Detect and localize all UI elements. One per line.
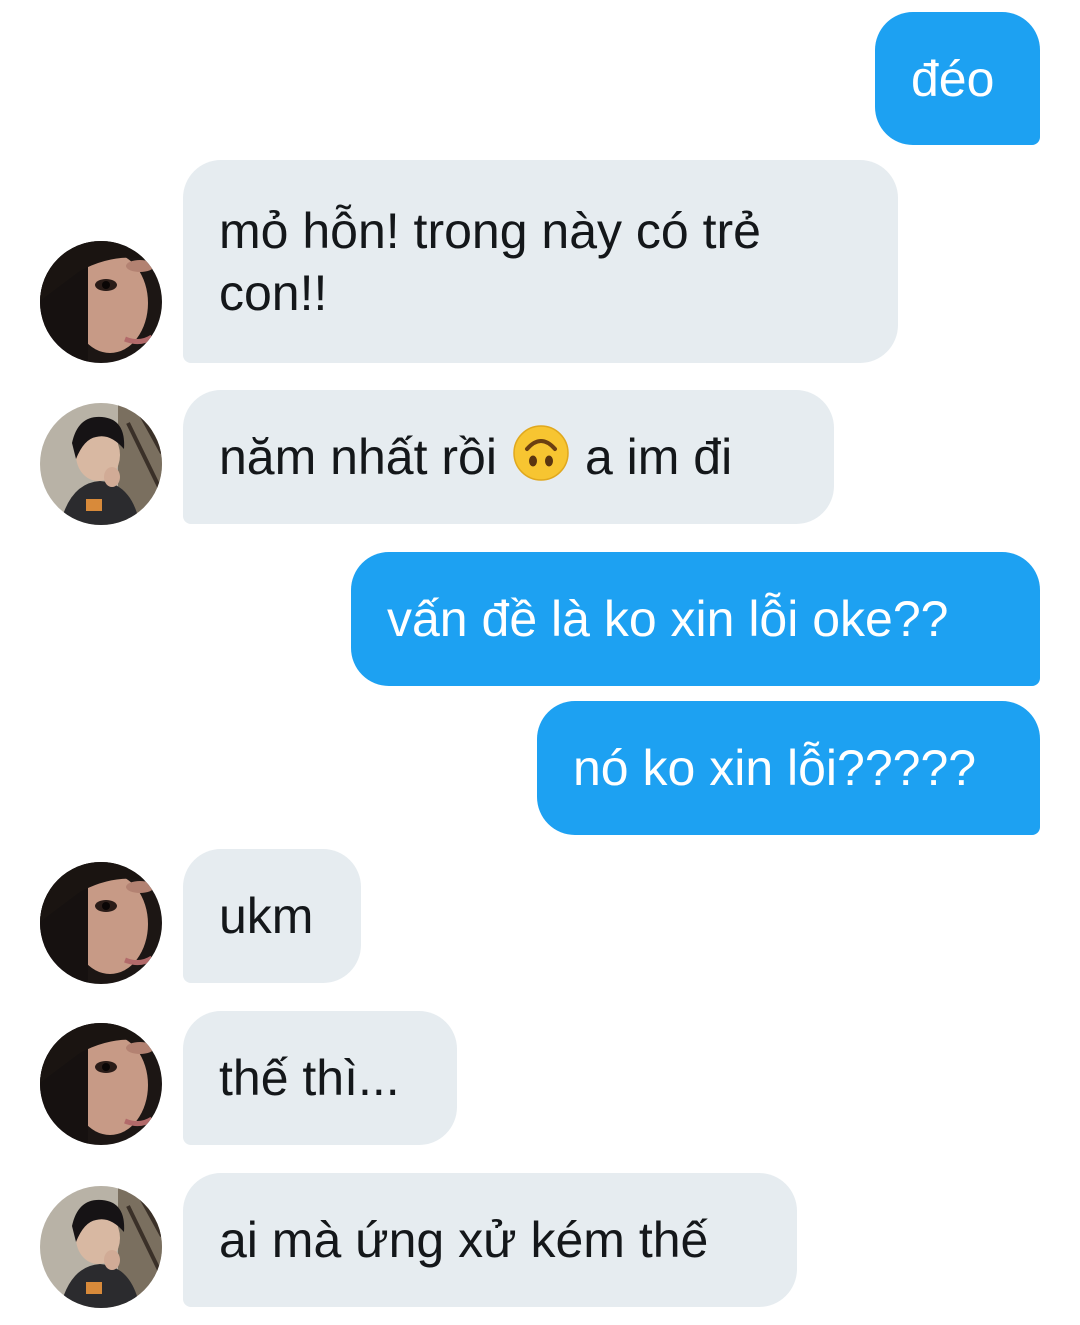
avatar[interactable] [40, 241, 162, 363]
message-text: ukm [219, 888, 314, 944]
avatar[interactable] [40, 403, 162, 525]
message-text-after: a im đi [584, 429, 733, 485]
message-text-before: năm nhất rồi [219, 429, 497, 485]
message-text: ai mà ứng xử kém thế [219, 1212, 709, 1268]
hooded-avatar-icon [40, 1023, 162, 1145]
incoming-message-bubble[interactable]: ukm [183, 849, 361, 983]
photo-avatar-icon [40, 1186, 162, 1308]
message-text: thế thì... [219, 1050, 400, 1106]
outgoing-message-bubble[interactable]: đéo [875, 12, 1040, 145]
avatar[interactable] [40, 1186, 162, 1308]
incoming-message-bubble[interactable]: thế thì... [183, 1011, 457, 1145]
incoming-message-bubble[interactable]: ai mà ứng xử kém thế [183, 1173, 797, 1307]
avatar[interactable] [40, 862, 162, 984]
outgoing-message-bubble[interactable]: vấn đề là ko xin lỗi oke?? [351, 552, 1040, 686]
message-text: mỏ hỗn! trong này có trẻ con!! [219, 202, 761, 321]
incoming-message-bubble[interactable]: năm nhất rồi a im đi [183, 390, 834, 524]
avatar[interactable] [40, 1023, 162, 1145]
photo-avatar-icon [40, 403, 162, 525]
outgoing-message-bubble[interactable]: nó ko xin lỗi????? [537, 701, 1040, 835]
incoming-message-bubble[interactable]: mỏ hỗn! trong này có trẻ con!! [183, 160, 898, 363]
message-text: vấn đề là ko xin lỗi oke?? [387, 591, 949, 647]
upside-down-face-emoji [513, 425, 569, 481]
hooded-avatar-icon [40, 862, 162, 984]
message-text: nó ko xin lỗi????? [573, 740, 977, 796]
message-text: đéo [911, 50, 995, 107]
hooded-avatar-icon [40, 241, 162, 363]
